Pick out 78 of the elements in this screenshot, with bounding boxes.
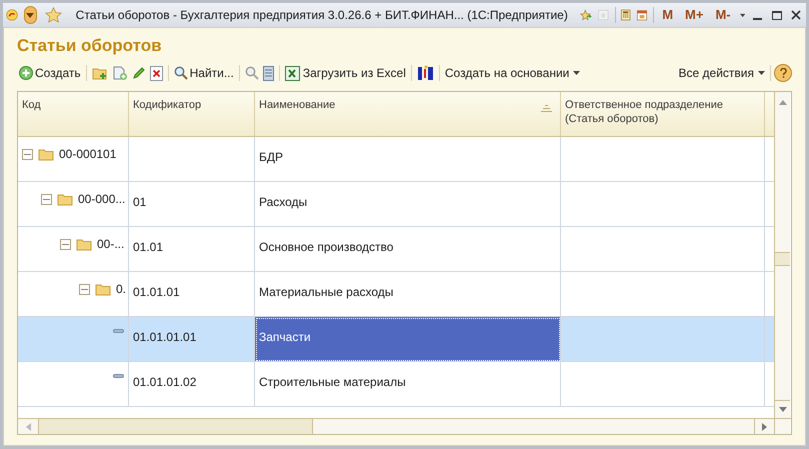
delete-button[interactable] (148, 63, 165, 83)
favorite-button[interactable] (42, 7, 64, 23)
memory-button[interactable]: M+ (682, 5, 706, 25)
table-cell: Основное производство (259, 240, 394, 254)
column-header[interactable]: Наименование (255, 92, 561, 136)
table-row[interactable]: 00-000101 БДР (18, 137, 774, 182)
document-plus-icon (112, 66, 128, 80)
table-cell: 01.01.01.02 (133, 375, 196, 389)
folder-icon (95, 282, 111, 296)
table-row[interactable]: 00-000... 01 Расходы (18, 182, 774, 227)
table-row[interactable]: 00-... 01.01 Основное производство (18, 227, 774, 272)
scroll-thumb[interactable] (775, 252, 790, 266)
caret-icon (26, 12, 34, 18)
table-cell: 01.01.01 (133, 285, 180, 299)
memory-button[interactable]: M (659, 5, 676, 25)
star-arrow-icon (580, 7, 592, 23)
collapse-toggle[interactable] (79, 284, 90, 294)
logo-icon (416, 65, 434, 81)
delete-icon (150, 66, 163, 80)
table-cell: Запчасти (259, 330, 311, 344)
all-actions-button[interactable]: Все действия (676, 63, 767, 83)
question-icon (780, 68, 786, 78)
table-row[interactable]: 0. 01.01.01 Материальные расходы (18, 272, 774, 317)
spreadsheet-icon (284, 66, 300, 80)
table-cell: Строительные материалы (259, 375, 406, 389)
memory-button[interactable]: M- (712, 5, 734, 25)
create-button[interactable]: Создать (17, 63, 83, 83)
sort-icon (541, 105, 552, 112)
up-arrow-icon (778, 100, 786, 104)
load-excel-button[interactable]: Загрузить из Excel (282, 63, 408, 83)
folder-icon (57, 192, 73, 206)
scroll-thumb[interactable] (38, 419, 313, 434)
column-header[interactable]: Кодификатор (129, 92, 255, 136)
table-row[interactable]: 01.01.01.02 Строительные материалы (18, 362, 774, 407)
pencil-icon (132, 66, 146, 80)
collapse-toggle[interactable] (22, 148, 33, 160)
folder-icon (38, 148, 54, 160)
item-icon (113, 329, 124, 333)
vertical-scrollbar[interactable] (774, 92, 790, 418)
table-cell-text: 00-... (97, 236, 124, 253)
right-arrow-icon (762, 422, 767, 430)
table-cell: 01 (133, 195, 146, 209)
table-cell-text: 00-000... (78, 191, 126, 208)
table-cell-text: 00-000101 (59, 146, 116, 163)
collapse-toggle[interactable] (41, 194, 52, 204)
plus-icon (19, 66, 33, 80)
down-arrow-icon (778, 407, 786, 412)
table-cell-text: 0. (116, 281, 126, 298)
left-arrow-icon (26, 422, 30, 430)
horizontal-scrollbar[interactable] (18, 419, 774, 434)
calculator-icon (621, 7, 631, 23)
form-title: Статьи оборотов (17, 35, 162, 58)
star-icon (44, 7, 62, 23)
list-icon (262, 66, 274, 80)
list-button[interactable] (260, 63, 276, 83)
table-cell: 01.01.01.01 (133, 330, 196, 344)
table-cell: 01.01 (133, 240, 164, 254)
table-cell: Материальные расходы (259, 285, 394, 299)
search-icon (244, 66, 259, 80)
create-based-button[interactable]: Создать на основании (442, 63, 582, 83)
caret-icon (573, 71, 580, 75)
close-icon (791, 10, 802, 20)
item-icon (113, 374, 124, 378)
caret-icon (740, 12, 745, 18)
column-header[interactable]: Код (18, 92, 129, 136)
search-icon (174, 66, 188, 80)
window-title: Статьи оборотов - Бухгалтерия предприятия 3.0.26.6 + БИТ.ФИНАН... (1С:Предприятие) (76, 7, 568, 24)
table-row[interactable]: 01.01.01.01 Запчасти (18, 317, 774, 362)
caret-icon (758, 71, 765, 75)
collapse-toggle[interactable] (60, 238, 71, 250)
table-cell: Расходы (259, 195, 308, 209)
table-cell: БДР (259, 150, 284, 164)
find-button[interactable]: Найти... (172, 63, 236, 83)
folder-icon (76, 238, 92, 250)
folder-plus-icon (92, 66, 108, 80)
menu-button[interactable] (24, 6, 37, 24)
column-header[interactable]: Ответственное подразделение (Статья оборотов) (561, 92, 765, 136)
help-button[interactable] (774, 64, 792, 82)
